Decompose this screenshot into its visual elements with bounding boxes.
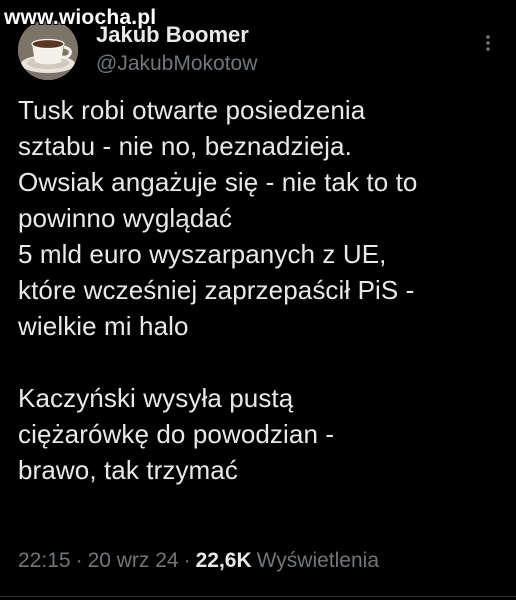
tweet-time[interactable]: 22:15 [18, 549, 71, 572]
meta-separator: · [183, 549, 191, 572]
views-count[interactable]: 22,6K [196, 549, 252, 572]
divider [0, 596, 516, 597]
author-handle[interactable]: @JakubMokotow [96, 50, 257, 78]
tweet-date[interactable]: 20 wrz 24 [88, 549, 179, 572]
tweet-meta: 22:15 · 20 wrz 24 · 22,6K Wyświetlenia [18, 549, 379, 573]
author-names: Jakub Boomer @JakubMokotow [96, 22, 257, 78]
watermark: www.wiocha.pl [4, 6, 157, 29]
more-vertical-icon [486, 35, 490, 51]
meta-separator: · [75, 549, 83, 572]
views-label[interactable]: Wyświetlenia [257, 549, 379, 572]
more-options-button[interactable] [478, 28, 498, 58]
tweet-text: Tusk robi otwarte posiedzenia sztabu - n… [18, 95, 418, 485]
